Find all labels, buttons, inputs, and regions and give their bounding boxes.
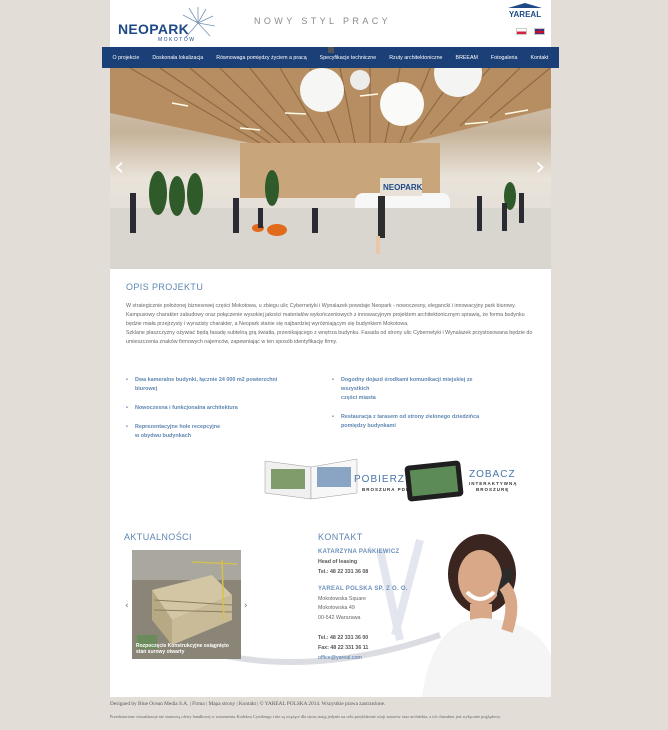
main-nav: O projekcie Doskonała lokalizacja Równow… [102, 47, 559, 68]
logo-subtext: MOKOTÓW [158, 37, 196, 43]
description-paragraph-2: Szklane płaszczyzny ożywiać będą fasadę … [126, 329, 533, 345]
feature-item: Reprezentacyjne hole recepcyjne w obydwu … [126, 423, 316, 441]
features-left-list: Dwa kameralne budynki, łącznie 24 000 m2… [126, 376, 316, 451]
nav-item-fotogaleria[interactable]: Fotogaleria [491, 55, 518, 61]
nav-item-o-projekcie[interactable]: O projekcie [113, 55, 140, 61]
description-paragraph-1: W strategicznie położonej biznesowej czę… [126, 303, 525, 327]
neopark-logo[interactable]: NEOPARK MOKOTÓW [118, 4, 218, 44]
news-next-arrow[interactable]: › [244, 601, 248, 611]
feature-line: pomiędzy budynkami [341, 422, 396, 429]
news-image[interactable]: Rozpoczęcie Konstrukcyjne osiągnięto sta… [132, 550, 241, 659]
feature-item: Dwa kameralne budynki, łącznie 24 000 m2… [126, 376, 316, 394]
news-title: AKTUALNOŚCI [124, 532, 192, 542]
project-description: W strategicznie położonej biznesowej czę… [126, 302, 538, 347]
contact-person-name: KATARZYNA PAŃKIEWICZ [318, 549, 400, 555]
footer-separator: | [257, 701, 259, 707]
news-prev-arrow[interactable]: ‹ [125, 601, 129, 611]
nav-item-rzuty[interactable]: Rzuty architektoniczne [389, 55, 442, 61]
lobby-sign: NEOPARK [383, 183, 423, 192]
address-line-2: Mokotowska 49 [318, 605, 355, 611]
footer-link-mapa[interactable]: Mapa strony [209, 701, 236, 707]
roof-icon [508, 3, 542, 8]
tagline: NOWY STYL PRACY [254, 16, 392, 26]
polish-flag-icon[interactable] [516, 28, 527, 35]
feature-line: Restauracja z tarasem od strony zieloneg… [341, 413, 480, 420]
feature-line: w obydwu budynkach [135, 432, 192, 439]
company-name: YAREAL POLSKA SP. Z O. O. [318, 586, 408, 592]
feature-line: wszystkich [341, 385, 370, 392]
feature-item: Nowoczesna i funkcjonalna architektura [126, 404, 316, 413]
footer-separator: | [206, 701, 208, 707]
view-label[interactable]: ZOBACZ [469, 469, 516, 480]
footer-link-kontakt[interactable]: Kontakt [239, 701, 256, 707]
view-sublabel-1: INTERAKTYWNĄ [469, 481, 518, 486]
page-container: NEOPARK MOKOTÓW NOWY STYL PRACY YAREAL O… [102, 0, 559, 697]
contact-woman-photo [412, 526, 551, 697]
tablet-icon[interactable] [403, 460, 465, 502]
lobby-image: NEOPARK [110, 68, 551, 269]
company-email-link[interactable]: office@yareal.com [318, 655, 362, 661]
nav-item-lokalizacja[interactable]: Doskonała lokalizacja [152, 55, 203, 61]
feature-line: Dogodny dojazd środkami komunikacji miej… [341, 377, 473, 383]
uk-flag-icon[interactable] [534, 28, 545, 35]
nav-item-kontakt[interactable]: Kontakt [530, 55, 548, 61]
feature-line: Nowoczesna i funkcjonalna architektura [135, 404, 238, 411]
designed-by: Designed by Blue Ocean Media S.A. [110, 701, 189, 707]
footer-separator: | [189, 701, 191, 707]
footer-separator: | [236, 701, 238, 707]
slider-next-arrow[interactable]: › [535, 154, 545, 180]
contact-title: KONTAKT [318, 532, 363, 542]
slider-prev-arrow[interactable]: ‹ [114, 154, 124, 180]
nav-item-rownowaga[interactable]: Równowaga pomiędzy życiem a pracą [216, 55, 306, 61]
feature-item: Restauracja z tarasem od strony zieloneg… [332, 413, 542, 431]
footer-disclaimer: Przedstawione wizualizacje nie stanowią … [110, 714, 502, 719]
feature-line: Dwa kameralne budynki, łącznie 24 000 m2… [135, 377, 278, 383]
feature-line: biurowej [135, 385, 158, 392]
address-line-1: Mokotowska Square [318, 596, 366, 602]
hero-slider: NEOPARK ‹ › [110, 68, 551, 269]
company-fax: Fax: 48 22 331 36 11 [318, 645, 369, 651]
feature-item: Dogodny dojazd środkami komunikacji miej… [332, 376, 542, 403]
logo-text: NEOPARK [118, 21, 190, 37]
footer-copyright: © YAREAL POLSKA 2014. Wszystkie prawa za… [259, 701, 386, 707]
news-caption: Rozpoczęcie Konstrukcyjne osiągnięto sta… [136, 643, 229, 655]
yareal-logo[interactable]: YAREAL [506, 3, 544, 21]
footer-link-firma[interactable]: Firma [192, 701, 205, 707]
address-line-3: 00-542 Warszawa [318, 615, 361, 621]
download-label[interactable]: POBIERZ [354, 474, 405, 485]
nav-item-specyfikacje[interactable]: Specyfikacje techniczne [320, 55, 377, 61]
opis-title: OPIS PROJEKTU [126, 282, 204, 292]
features-right-list: Dogodny dojazd środkami komunikacji miej… [332, 376, 542, 441]
footer-links: Designed by Blue Ocean Media S.A. | Firm… [110, 701, 385, 707]
brand-text: YAREAL [508, 10, 542, 19]
brochure-pdf-image[interactable] [263, 455, 359, 501]
woman-illustration [422, 534, 551, 697]
feature-line: Reprezentacyjne hole recepcyjne [135, 423, 221, 430]
contact-person-phone: Tel.: 48 22 331 36 08 [318, 569, 369, 575]
contact-person-role: Head of leasing [318, 559, 358, 565]
company-phone: Tel.: 48 22 331 36 00 [318, 635, 369, 641]
view-sublabel-2: BROSZURĘ [476, 487, 510, 492]
feature-line: części miasta [341, 394, 376, 401]
nav-item-breeam[interactable]: BREEAM [456, 55, 478, 61]
